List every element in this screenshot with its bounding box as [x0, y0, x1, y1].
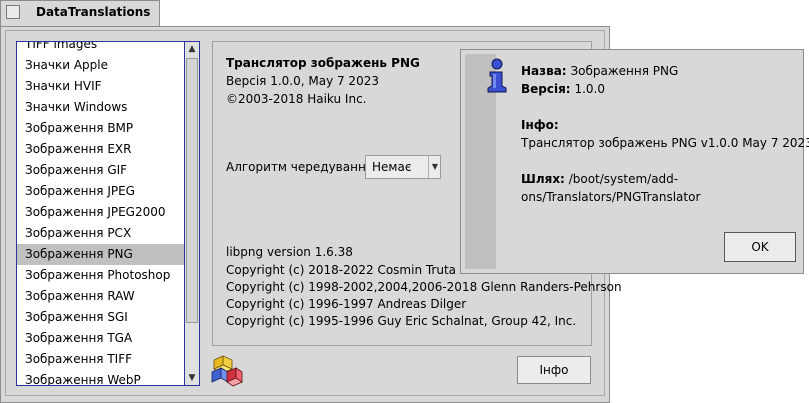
- scroll-thumb[interactable]: [186, 58, 198, 323]
- list-item-selected[interactable]: Зображення PNG: [17, 244, 185, 265]
- translators-cubes-icon: [211, 355, 243, 387]
- list-item[interactable]: Значки Windows: [17, 97, 185, 118]
- list-item[interactable]: Зображення BMP: [17, 118, 185, 139]
- about-info-value: Транслятор зображень PNG v1.0.0 May 7 20…: [521, 136, 809, 150]
- list-item[interactable]: Зображення WebP: [17, 370, 185, 385]
- interlace-label: Алгоритм чередування:: [226, 160, 378, 174]
- list-item[interactable]: Зображення SGI: [17, 307, 185, 328]
- translator-name: Транслятор зображень PNG: [226, 56, 420, 70]
- about-path-label: Шлях:: [521, 172, 565, 186]
- list-item[interactable]: Зображення PCX: [17, 223, 185, 244]
- libpng-copyright: Copyright (c) 1995-1996 Guy Eric Schalna…: [226, 314, 577, 328]
- ok-button[interactable]: OK: [724, 232, 796, 262]
- translator-copyright: ©2003-2018 Haiku Inc.: [226, 92, 367, 106]
- about-name-label: Назва:: [521, 64, 567, 78]
- interlace-value: Немає: [372, 160, 412, 174]
- about-path-value-cont: ons/Translators/PNGTranslator: [521, 190, 701, 204]
- about-info-label: Інфо:: [521, 118, 559, 132]
- list-item[interactable]: Зображення JPEG: [17, 181, 185, 202]
- info-button[interactable]: Інфо: [517, 356, 591, 384]
- scroll-up-arrow-icon[interactable]: ▲: [186, 43, 198, 55]
- close-box-icon[interactable]: [6, 5, 20, 19]
- list-item[interactable]: TIFF images: [17, 42, 185, 55]
- dropdown-arrow-icon[interactable]: ▼: [428, 156, 441, 178]
- about-version-label: Версія:: [521, 82, 571, 96]
- scroll-down-arrow-icon[interactable]: ▼: [186, 372, 198, 384]
- libpng-copyright: Copyright (c) 2018-2022 Cosmin Truta: [226, 263, 457, 277]
- about-path-value: /boot/system/add-: [568, 172, 679, 186]
- info-icon: [487, 58, 507, 93]
- window-title: DataTranslations: [36, 5, 151, 19]
- list-item[interactable]: Зображення TGA: [17, 328, 185, 349]
- list-item[interactable]: Значки Apple: [17, 55, 185, 76]
- list-item[interactable]: Зображення JPEG2000: [17, 202, 185, 223]
- list-item[interactable]: Зображення TIFF: [17, 349, 185, 370]
- libpng-version: libpng version 1.6.38: [226, 245, 353, 259]
- list-item[interactable]: Зображення EXR: [17, 139, 185, 160]
- about-name-value: Зображення PNG: [570, 64, 679, 78]
- about-version-value: 1.0.0: [574, 82, 605, 96]
- translator-version: Версія 1.0.0, May 7 2023: [226, 74, 379, 88]
- translators-list[interactable]: TIFF images Значки Apple Значки HVIF Зна…: [16, 41, 200, 386]
- libpng-copyright: Copyright (c) 1998-2002,2004,2006-2018 G…: [226, 280, 622, 294]
- list-item[interactable]: Зображення GIF: [17, 160, 185, 181]
- list-item[interactable]: Зображення Photoshop: [17, 265, 185, 286]
- list-item[interactable]: Зображення RAW: [17, 286, 185, 307]
- libpng-copyright: Copyright (c) 1996-1997 Andreas Dilger: [226, 297, 467, 311]
- list-item[interactable]: Значки HVIF: [17, 76, 185, 97]
